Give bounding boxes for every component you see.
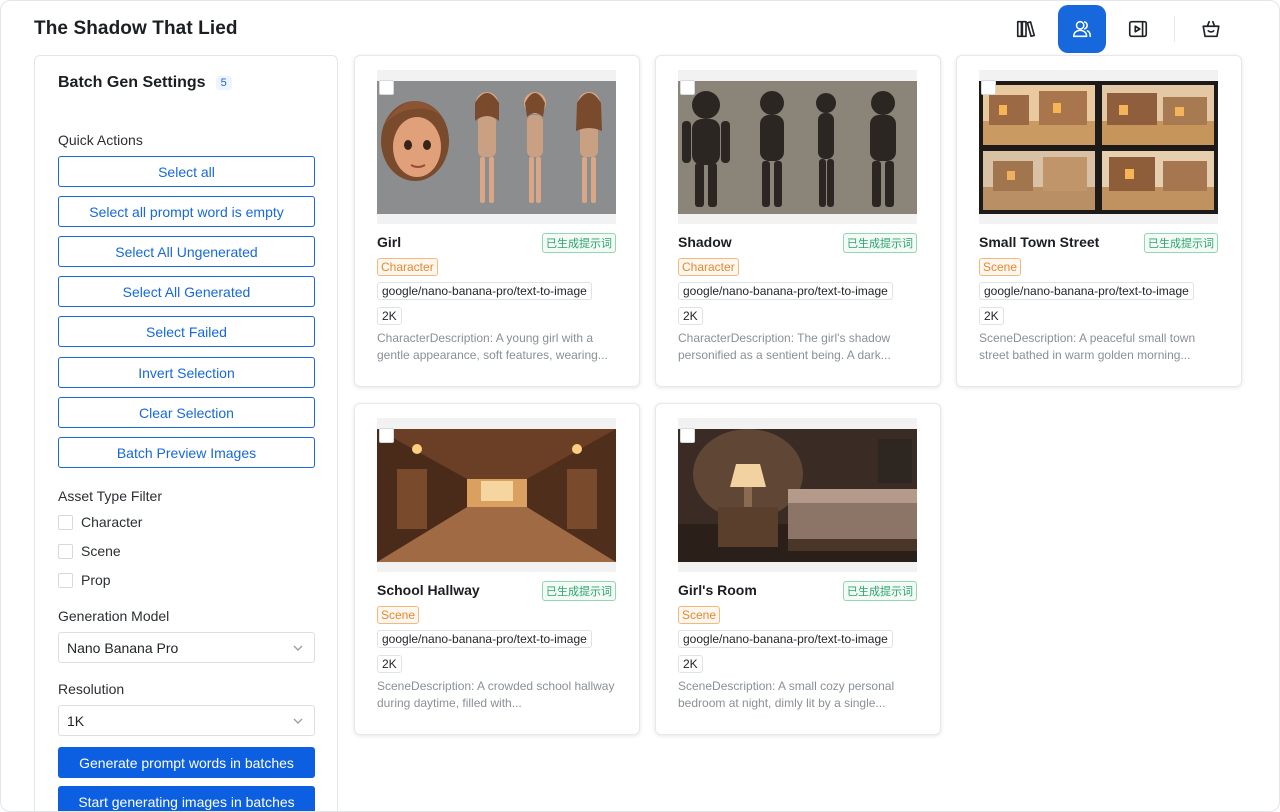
select-checkbox[interactable]: [680, 80, 695, 95]
batch-preview-button[interactable]: Batch Preview Images: [58, 437, 315, 468]
select-checkbox[interactable]: [379, 428, 394, 443]
generate-prompts-button[interactable]: Generate prompt words in batches: [58, 747, 315, 778]
chevron-down-icon: [293, 718, 303, 724]
asset-name: Shadow: [678, 234, 732, 250]
asset-card[interactable]: School Hallway 已生成提示词 Scene google/nano-…: [354, 403, 640, 735]
nav-divider: [1174, 16, 1175, 42]
school-hallway-image: [377, 429, 616, 562]
checkbox[interactable]: [58, 514, 73, 530]
play-icon: [1128, 20, 1148, 38]
nav-video-button[interactable]: [1114, 5, 1162, 53]
asset-type-tag: Character: [377, 258, 438, 276]
bedroom-image: [678, 429, 917, 562]
filter-character[interactable]: Character: [58, 514, 142, 530]
asset-thumbnail[interactable]: [678, 418, 917, 572]
model-tag: google/nano-banana-pro/text-to-image: [377, 282, 592, 300]
resolution-label: Resolution: [58, 681, 125, 697]
library-icon: [1016, 20, 1036, 38]
shopping-bag-icon: [1202, 20, 1220, 38]
model-tag: google/nano-banana-pro/text-to-image: [678, 282, 893, 300]
resolution-value: 1K: [67, 712, 85, 729]
model-tag: google/nano-banana-pro/text-to-image: [678, 630, 893, 648]
asset-name: Girl: [377, 234, 402, 250]
panel-title: Batch Gen Settings: [58, 74, 206, 91]
asset-thumbnail[interactable]: [678, 70, 917, 224]
asset-name: Girl's Room: [678, 582, 757, 598]
select-all-button[interactable]: Select all: [58, 156, 315, 187]
model-tag: google/nano-banana-pro/text-to-image: [377, 630, 592, 648]
select-generated-button[interactable]: Select All Generated: [58, 276, 315, 307]
filter-label: Character: [81, 514, 143, 530]
status-badge: 已生成提示词: [1144, 233, 1218, 253]
app-window: The Shadow That Lied Batch Gen Settings …: [0, 0, 1280, 812]
checkbox[interactable]: [58, 572, 73, 588]
select-ungenerated-button[interactable]: Select All Ungenerated: [58, 236, 315, 267]
filter-scene[interactable]: Scene: [58, 543, 121, 559]
asset-type-tag: Scene: [979, 258, 1022, 276]
asset-description: SceneDescription: A small cozy personal …: [678, 679, 895, 710]
panel-header: Batch Gen Settings 5: [58, 74, 232, 92]
shadow-character-sheet-image: [678, 81, 917, 214]
asset-card[interactable]: Girl's Room 已生成提示词 Scene google/nano-ban…: [655, 403, 941, 735]
resolution-select[interactable]: 1K: [58, 705, 315, 736]
resolution-tag: 2K: [678, 655, 703, 673]
nav-library-button[interactable]: [1002, 5, 1050, 53]
generate-images-button[interactable]: Start generating images in batches: [58, 786, 315, 811]
filter-label: Scene: [81, 543, 121, 559]
status-badge: 已生成提示词: [542, 233, 616, 253]
select-empty-prompt-button[interactable]: Select all prompt word is empty: [58, 196, 315, 227]
page-title: The Shadow That Lied: [34, 18, 238, 39]
resolution-tag: 2K: [377, 307, 402, 325]
asset-thumbnail[interactable]: [377, 70, 616, 224]
model-value: Nano Banana Pro: [67, 639, 179, 656]
asset-description: SceneDescription: A peaceful small town …: [979, 331, 1196, 362]
select-checkbox[interactable]: [981, 80, 996, 95]
asset-type-tag: Scene: [377, 606, 420, 624]
chevron-down-icon: [293, 645, 303, 651]
select-checkbox[interactable]: [379, 80, 394, 95]
resolution-tag: 2K: [377, 655, 402, 673]
resolution-tag: 2K: [979, 307, 1004, 325]
nav-assets-button[interactable]: [1058, 5, 1106, 53]
asset-type-tag: Scene: [678, 606, 721, 624]
model-label: Generation Model: [58, 608, 170, 624]
asset-description: CharacterDescription: The girl's shadow …: [678, 331, 891, 362]
users-icon: [1072, 20, 1092, 38]
top-nav: [994, 5, 1235, 53]
status-badge: 已生成提示词: [843, 581, 917, 601]
invert-selection-button[interactable]: Invert Selection: [58, 357, 315, 388]
model-select[interactable]: Nano Banana Pro: [58, 632, 315, 663]
checkbox[interactable]: [58, 543, 73, 559]
nav-shop-button[interactable]: [1187, 5, 1235, 53]
select-checkbox[interactable]: [680, 428, 695, 443]
asset-name: School Hallway: [377, 582, 480, 598]
batch-settings-panel: Batch Gen Settings 5 Quick Actions Selec…: [34, 55, 338, 811]
girl-character-sheet-image: [377, 81, 616, 214]
asset-type-tag: Character: [678, 258, 739, 276]
filter-prop[interactable]: Prop: [58, 572, 111, 588]
town-street-image: [979, 81, 1218, 214]
filter-label: Prop: [81, 572, 111, 588]
asset-name: Small Town Street: [979, 234, 1100, 250]
status-badge: 已生成提示词: [843, 233, 917, 253]
select-failed-button[interactable]: Select Failed: [58, 316, 315, 347]
status-badge: 已生成提示词: [542, 581, 616, 601]
asset-card[interactable]: Shadow 已生成提示词 Character google/nano-bana…: [655, 55, 941, 387]
asset-card[interactable]: Girl 已生成提示词 Character google/nano-banana…: [354, 55, 640, 387]
asset-thumbnail[interactable]: [979, 70, 1218, 224]
asset-description: SceneDescription: A crowded school hallw…: [377, 679, 615, 710]
model-tag: google/nano-banana-pro/text-to-image: [979, 282, 1194, 300]
asset-thumbnail[interactable]: [377, 418, 616, 572]
resolution-tag: 2K: [678, 307, 703, 325]
quick-actions-label: Quick Actions: [58, 132, 143, 148]
asset-filter-label: Asset Type Filter: [58, 488, 163, 504]
asset-description: CharacterDescription: A young girl with …: [377, 331, 608, 362]
selected-count-badge: 5: [215, 76, 232, 90]
clear-selection-button[interactable]: Clear Selection: [58, 397, 315, 428]
asset-card[interactable]: Small Town Street 已生成提示词 Scene google/na…: [956, 55, 1242, 387]
